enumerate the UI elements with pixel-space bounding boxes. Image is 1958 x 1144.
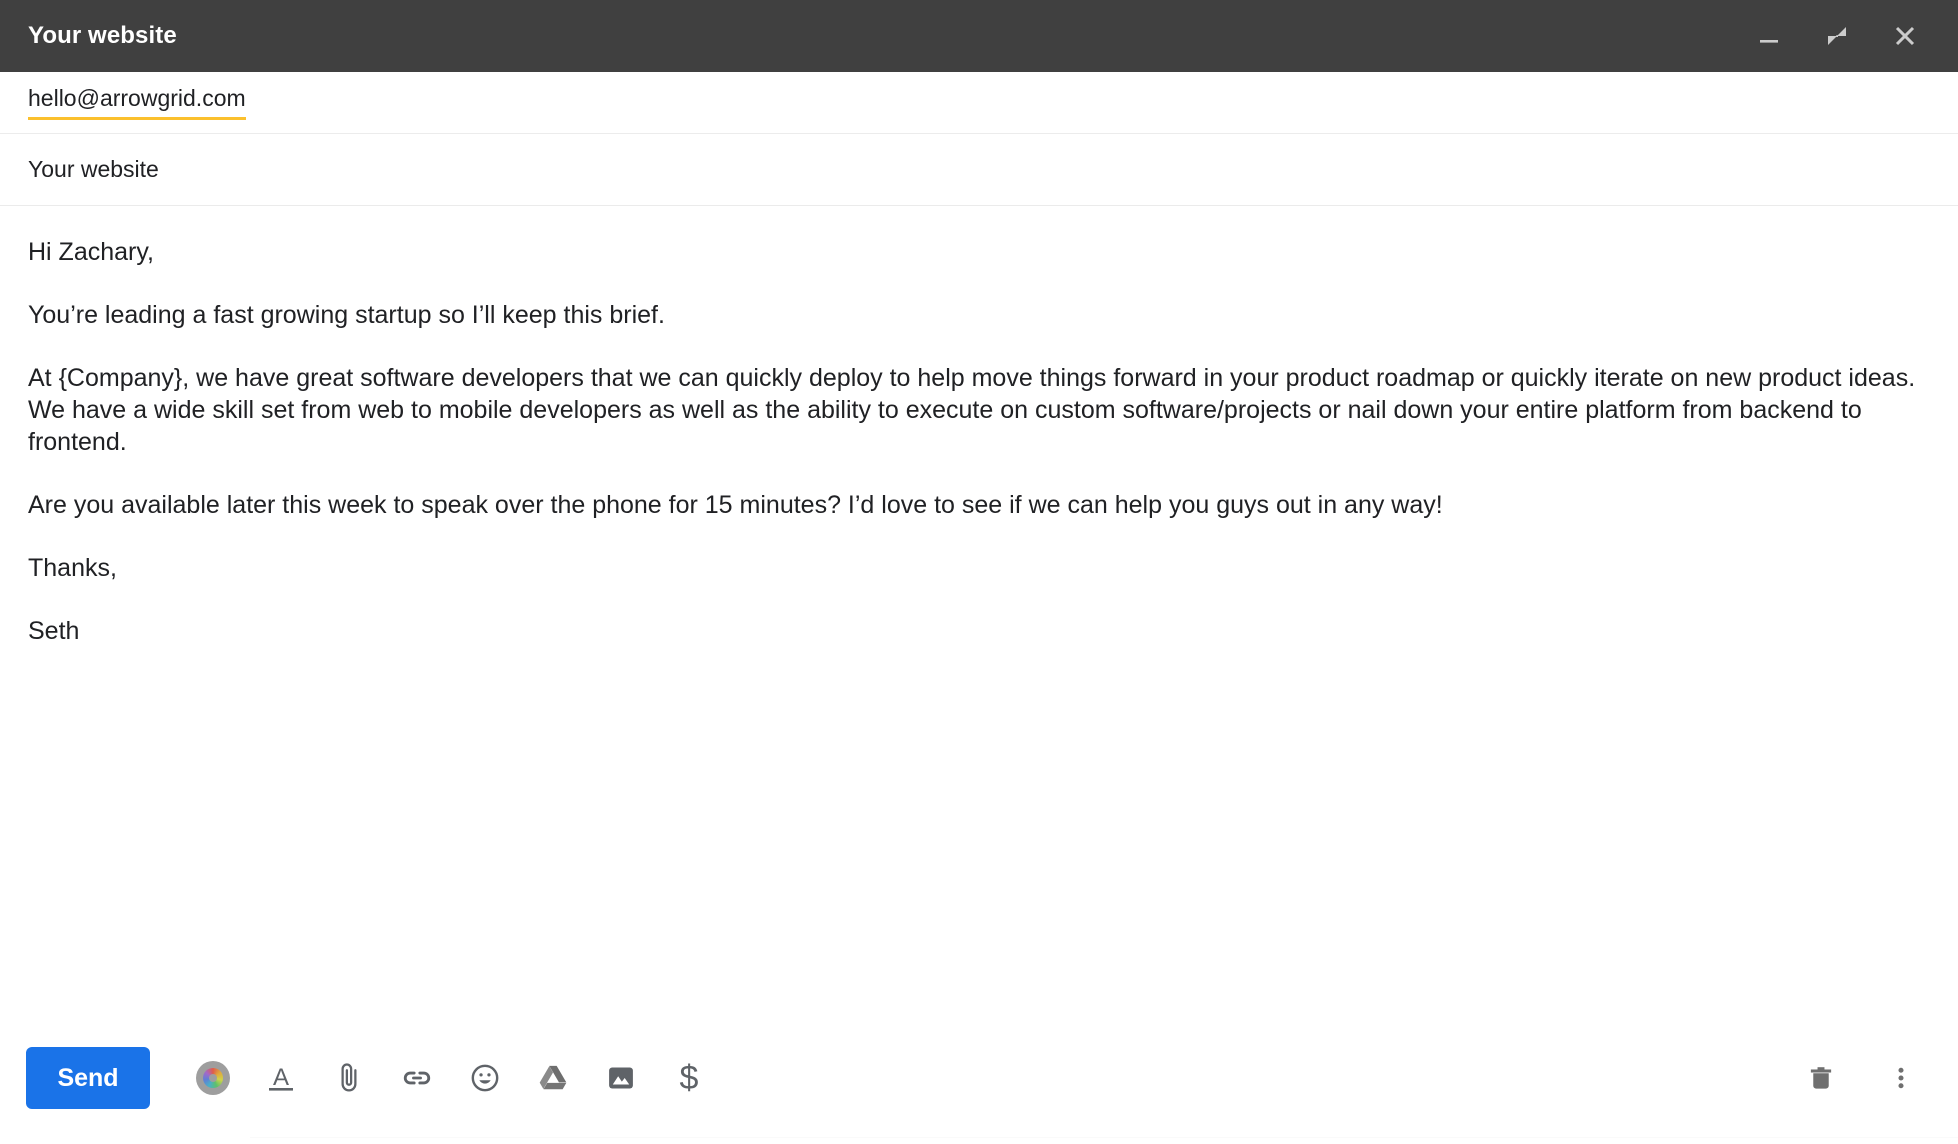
color-wheel-icon — [196, 1061, 230, 1095]
subject-field-row[interactable]: Your website — [0, 134, 1958, 206]
window-header: Your website — [0, 0, 1958, 72]
minimize-button[interactable] — [1752, 19, 1786, 53]
toolbar-right-group — [1796, 1053, 1932, 1103]
color-wheel-button[interactable] — [188, 1053, 238, 1103]
body-paragraph: At {Company}, we have great software dev… — [28, 364, 1916, 456]
body-paragraph: Are you available later this week to spe… — [28, 491, 1443, 519]
discard-draft-icon — [1810, 1067, 1832, 1089]
close-button[interactable] — [1888, 19, 1922, 53]
attach-file-button[interactable] — [324, 1053, 374, 1103]
insert-emoji-button[interactable] — [460, 1053, 510, 1103]
insert-link-icon — [403, 1071, 431, 1085]
body-paragraph: Hi Zachary, — [28, 238, 154, 266]
recipient-input[interactable]: hello@arrowgrid.com — [28, 85, 246, 121]
insert-money-button[interactable]: $ — [664, 1053, 714, 1103]
exit-full-screen-button[interactable] — [1820, 19, 1854, 53]
exit-full-screen-icon — [1828, 27, 1846, 45]
body-paragraph: Seth — [28, 617, 80, 645]
minimize-icon — [1760, 40, 1778, 43]
more-options-button[interactable] — [1876, 1053, 1926, 1103]
attach-file-icon — [341, 1063, 357, 1092]
body-paragraph: You’re leading a fast growing startup so… — [28, 301, 665, 329]
insert-photo-button[interactable] — [596, 1053, 646, 1103]
message-body[interactable]: Hi Zachary, You’re leading a fast growin… — [0, 206, 1958, 1028]
body-paragraph: Thanks, — [28, 554, 117, 582]
insert-money-icon: $ — [679, 1059, 699, 1097]
send-button[interactable]: Send — [26, 1047, 150, 1109]
formatting-options-button[interactable]: A — [256, 1053, 306, 1103]
recipient-field-row[interactable]: hello@arrowgrid.com — [0, 72, 1958, 134]
toolbar-icon-group: A $ — [188, 1053, 714, 1103]
window-controls — [1752, 19, 1936, 53]
svg-text:A: A — [273, 1064, 289, 1091]
insert-link-button[interactable] — [392, 1053, 442, 1103]
discard-draft-button[interactable] — [1796, 1053, 1846, 1103]
close-icon — [1895, 26, 1915, 46]
insert-emoji-icon — [471, 1064, 499, 1092]
compose-window: Your website hello@arrowgrid.com Your we… — [0, 0, 1958, 1144]
more-options-icon — [1898, 1067, 1904, 1089]
insert-photo-icon — [609, 1067, 633, 1089]
subject-input[interactable]: Your website — [28, 156, 159, 183]
formatting-options-icon: A — [269, 1064, 293, 1091]
compose-toolbar: Send A $ — [0, 1028, 1958, 1144]
google-drive-icon — [539, 1065, 567, 1090]
google-drive-button[interactable] — [528, 1053, 578, 1103]
window-title: Your website — [28, 22, 177, 49]
